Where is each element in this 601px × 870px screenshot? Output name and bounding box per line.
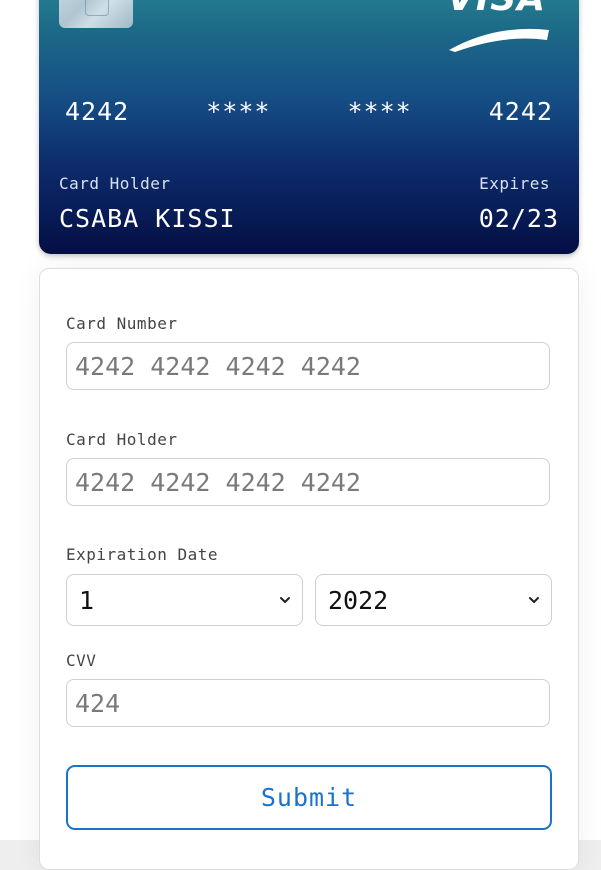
chevron-down-icon [529,597,539,603]
expiration-year-value: 2022 [328,585,389,615]
card-number-display: 4242 **** **** 4242 [65,97,553,126]
expiration-month-select[interactable]: 1 [66,574,303,626]
visa-logo-text: VISA [447,0,546,19]
cvv-input[interactable] [66,679,550,727]
expiration-date-label: Expiration Date [66,545,218,564]
card-number-group: 4242 [65,97,130,126]
card-number-label: Card Number [66,314,178,333]
cvv-label: CVV [66,651,97,670]
chip-contact [85,0,109,16]
card-number-group: **** [347,97,412,126]
chevron-down-icon [280,597,290,603]
card-holder-label: Card Holder [66,430,178,449]
card-chip-icon [59,0,133,28]
expiration-year-select[interactable]: 2022 [315,574,552,626]
submit-button[interactable]: Submit [66,765,552,830]
card-holder-label: Card Holder [59,174,171,193]
visa-logo-icon: VISA [447,0,549,52]
card-number-group: 4242 [488,97,553,126]
card-expiry-date: 02/23 [478,204,559,233]
card-expires-label: Expires [479,174,550,193]
card-number-group: **** [206,97,271,126]
credit-card-preview: VISA 4242 **** **** 4242 Card Holder Exp… [39,0,579,254]
card-holder-input[interactable] [66,458,550,506]
card-holder-name: CSABA KISSI [59,204,236,233]
expiration-month-value: 1 [79,585,95,615]
payment-form: Card Number Card Holder Expiration Date … [39,268,579,870]
card-number-input[interactable] [66,342,550,390]
